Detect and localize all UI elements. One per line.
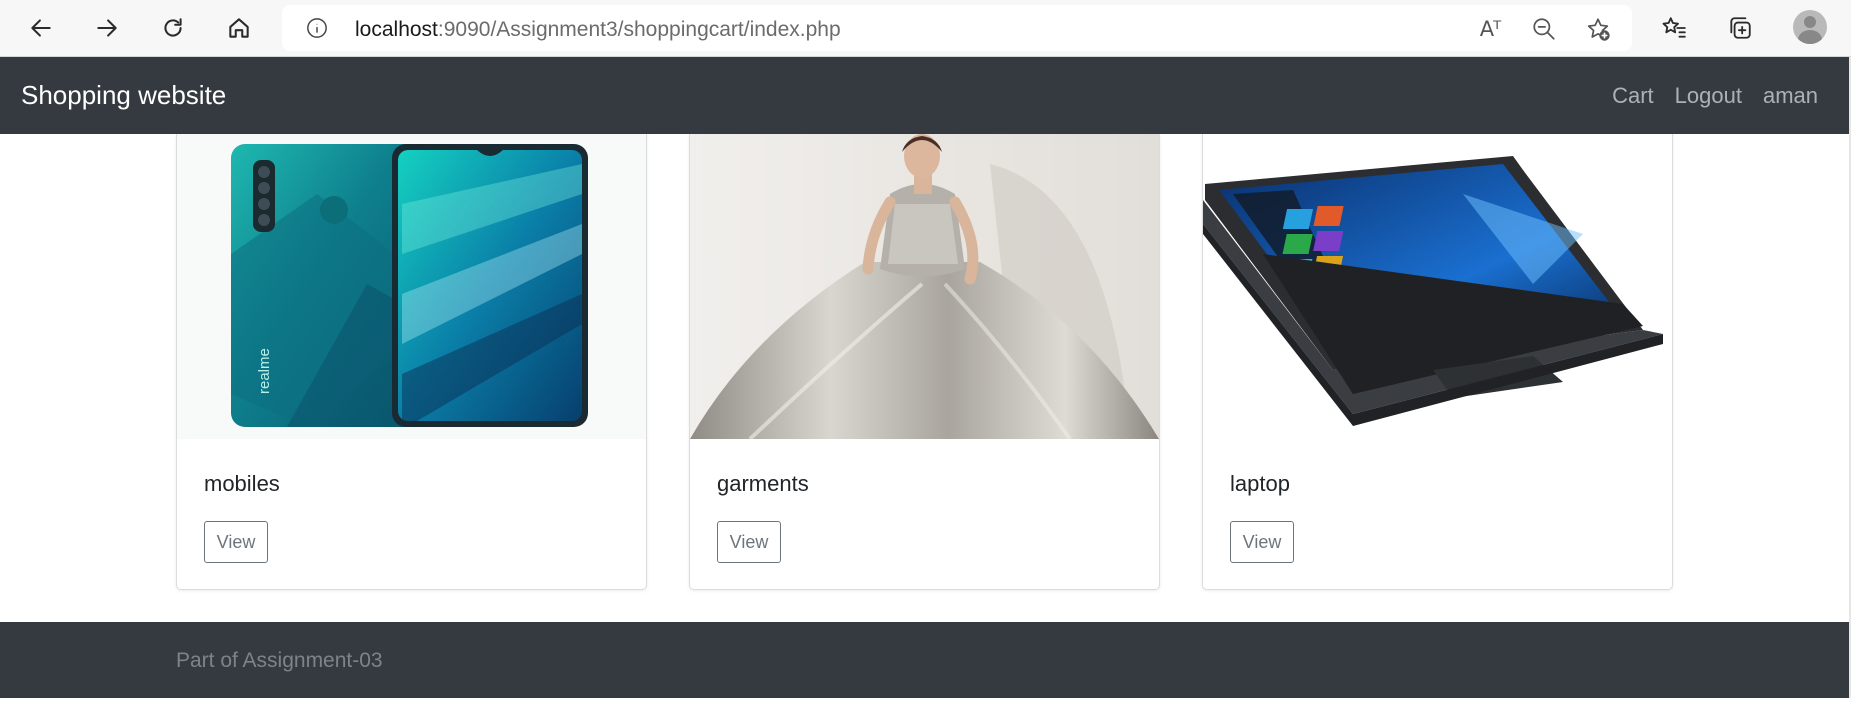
product-card-garments: garments View <box>689 134 1160 590</box>
product-name: garments <box>717 471 809 496</box>
nav-logout-link[interactable]: Logout <box>1675 83 1742 109</box>
laptop-image <box>1203 134 1672 439</box>
product-card-laptop: laptop View <box>1202 134 1673 590</box>
read-aloud-glyph: Aᵀ <box>1479 17 1501 41</box>
forward-icon[interactable] <box>87 9 127 47</box>
nav-cart-link[interactable]: Cart <box>1612 83 1654 109</box>
address-bar[interactable]: localhost:9090/Assignment3/shoppingcart/… <box>282 5 1632 51</box>
svg-text:realme: realme <box>256 348 273 394</box>
url-host: localhost <box>355 18 438 41</box>
nav-user-link[interactable]: aman <box>1763 83 1818 109</box>
phone-image: realme <box>177 134 646 439</box>
profile-shoulders <box>1798 30 1822 44</box>
info-icon[interactable] <box>306 17 328 39</box>
profile-head <box>1804 16 1816 28</box>
gown-image <box>690 134 1159 439</box>
favorites-icon[interactable] <box>1658 12 1690 44</box>
site-footer: Part of Assignment-03 <box>0 622 1851 698</box>
view-button-mobiles[interactable]: View <box>204 521 268 563</box>
footer-text: Part of Assignment-03 <box>176 649 383 672</box>
view-button-laptop[interactable]: View <box>1230 521 1294 563</box>
back-icon[interactable] <box>21 9 61 47</box>
brand-link[interactable]: Shopping website <box>21 80 226 111</box>
url-text[interactable]: localhost:9090/Assignment3/shoppingcart/… <box>355 18 841 42</box>
product-name: laptop <box>1230 471 1290 496</box>
nav-links: Cart Logout aman <box>1612 83 1818 109</box>
home-icon[interactable] <box>219 9 259 47</box>
site-navbar: Shopping website Cart Logout aman <box>0 57 1851 134</box>
zoom-out-icon[interactable] <box>1530 15 1558 43</box>
read-aloud-icon[interactable]: Aᵀ <box>1476 15 1504 43</box>
profile-icon[interactable] <box>1793 10 1827 44</box>
collections-icon[interactable] <box>1724 12 1756 44</box>
product-name: mobiles <box>204 471 280 496</box>
product-card-mobiles: realme mobiles View <box>176 134 647 590</box>
refresh-icon[interactable] <box>153 9 193 47</box>
view-button-garments[interactable]: View <box>717 521 781 563</box>
browser-toolbar: localhost:9090/Assignment3/shoppingcart/… <box>0 0 1851 57</box>
add-favorite-icon[interactable] <box>1584 15 1612 43</box>
url-path: :9090/Assignment3/shoppingcart/index.php <box>437 18 841 41</box>
